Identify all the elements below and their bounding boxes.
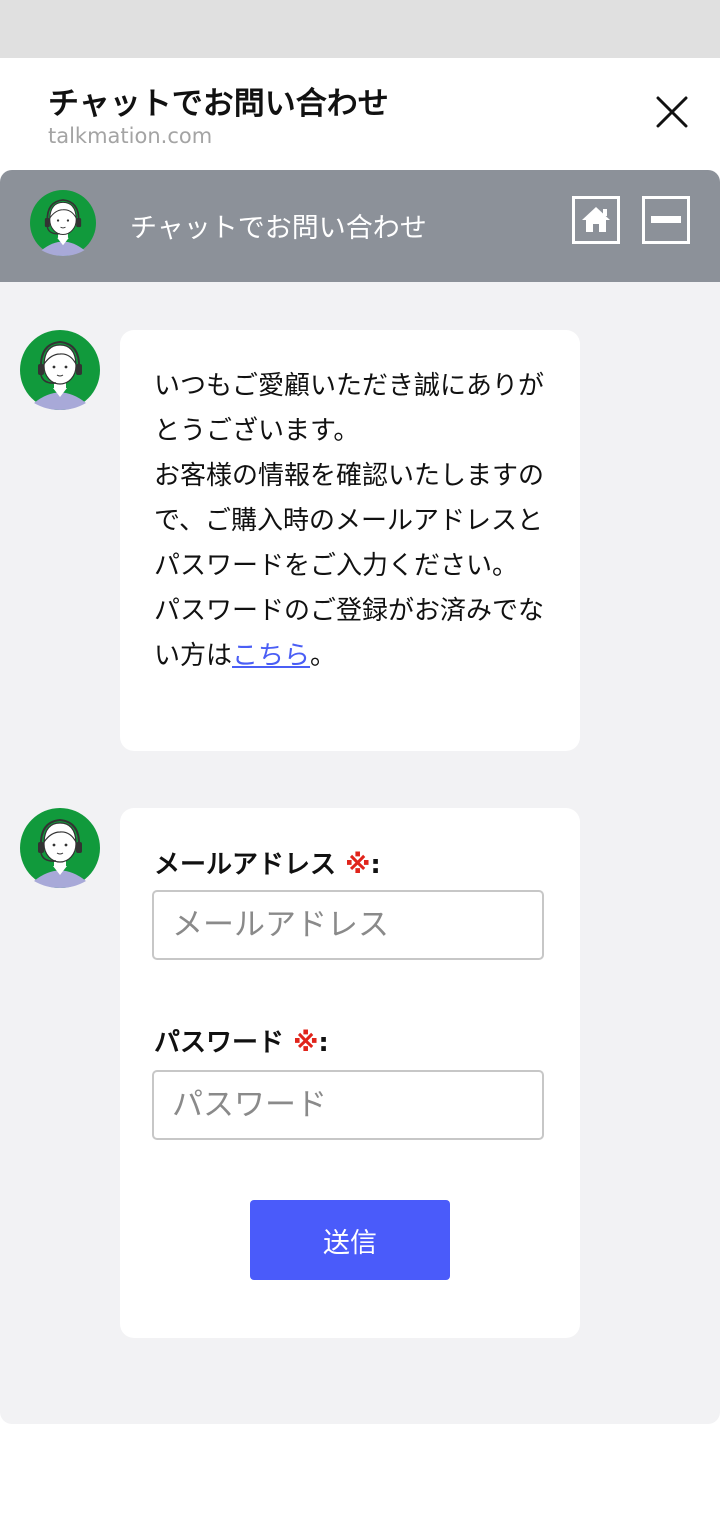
label-suffix: : (318, 1028, 329, 1058)
email-label: メールアドレス ※: (154, 844, 381, 881)
chat-window: チャットでお問い合わせ いつもご愛顧いただき誠にありがとうございます。 お客様の… (0, 170, 720, 1424)
home-button[interactable] (572, 196, 620, 244)
register-link[interactable]: こちら (232, 641, 310, 671)
status-bar (0, 0, 720, 58)
sheet-url: talkmation.com (48, 124, 213, 148)
submit-button[interactable]: 送信 (250, 1200, 450, 1280)
chat-header: チャットでお問い合わせ (0, 170, 720, 282)
sheet-header: チャットでお問い合わせ talkmation.com (0, 58, 720, 170)
close-icon (656, 96, 688, 128)
label-suffix: : (370, 850, 381, 880)
minimize-button[interactable] (642, 196, 690, 244)
operator-avatar (30, 190, 96, 256)
welcome-message-bubble: いつもご愛顧いただき誠にありがとうございます。 お客様の情報を確認いたしますので… (120, 330, 580, 751)
welcome-message-body: いつもご愛顧いただき誠にありがとうございます。 お客様の情報を確認いたしますので… (154, 371, 545, 671)
password-label-text: パスワード (154, 1028, 285, 1058)
home-icon (582, 207, 610, 232)
welcome-message-text: いつもご愛顧いただき誠にありがとうございます。 お客様の情報を確認いたしますので… (154, 364, 554, 679)
close-button[interactable] (646, 86, 698, 138)
welcome-message-end: 。 (310, 641, 337, 671)
sheet-title: チャットでお問い合わせ (48, 86, 389, 122)
operator-avatar (20, 808, 100, 888)
password-label: パスワード ※: (154, 1022, 329, 1059)
password-input[interactable] (152, 1070, 544, 1140)
operator-avatar (20, 330, 100, 410)
minimize-icon (651, 216, 681, 223)
required-mark: ※ (293, 1028, 319, 1058)
email-label-text: メールアドレス (154, 850, 337, 880)
required-mark: ※ (345, 850, 371, 880)
login-form-bubble: メールアドレス ※: パスワード ※: 送信 (120, 808, 580, 1338)
email-input[interactable] (152, 890, 544, 960)
chat-header-title: チャットでお問い合わせ (130, 213, 427, 244)
